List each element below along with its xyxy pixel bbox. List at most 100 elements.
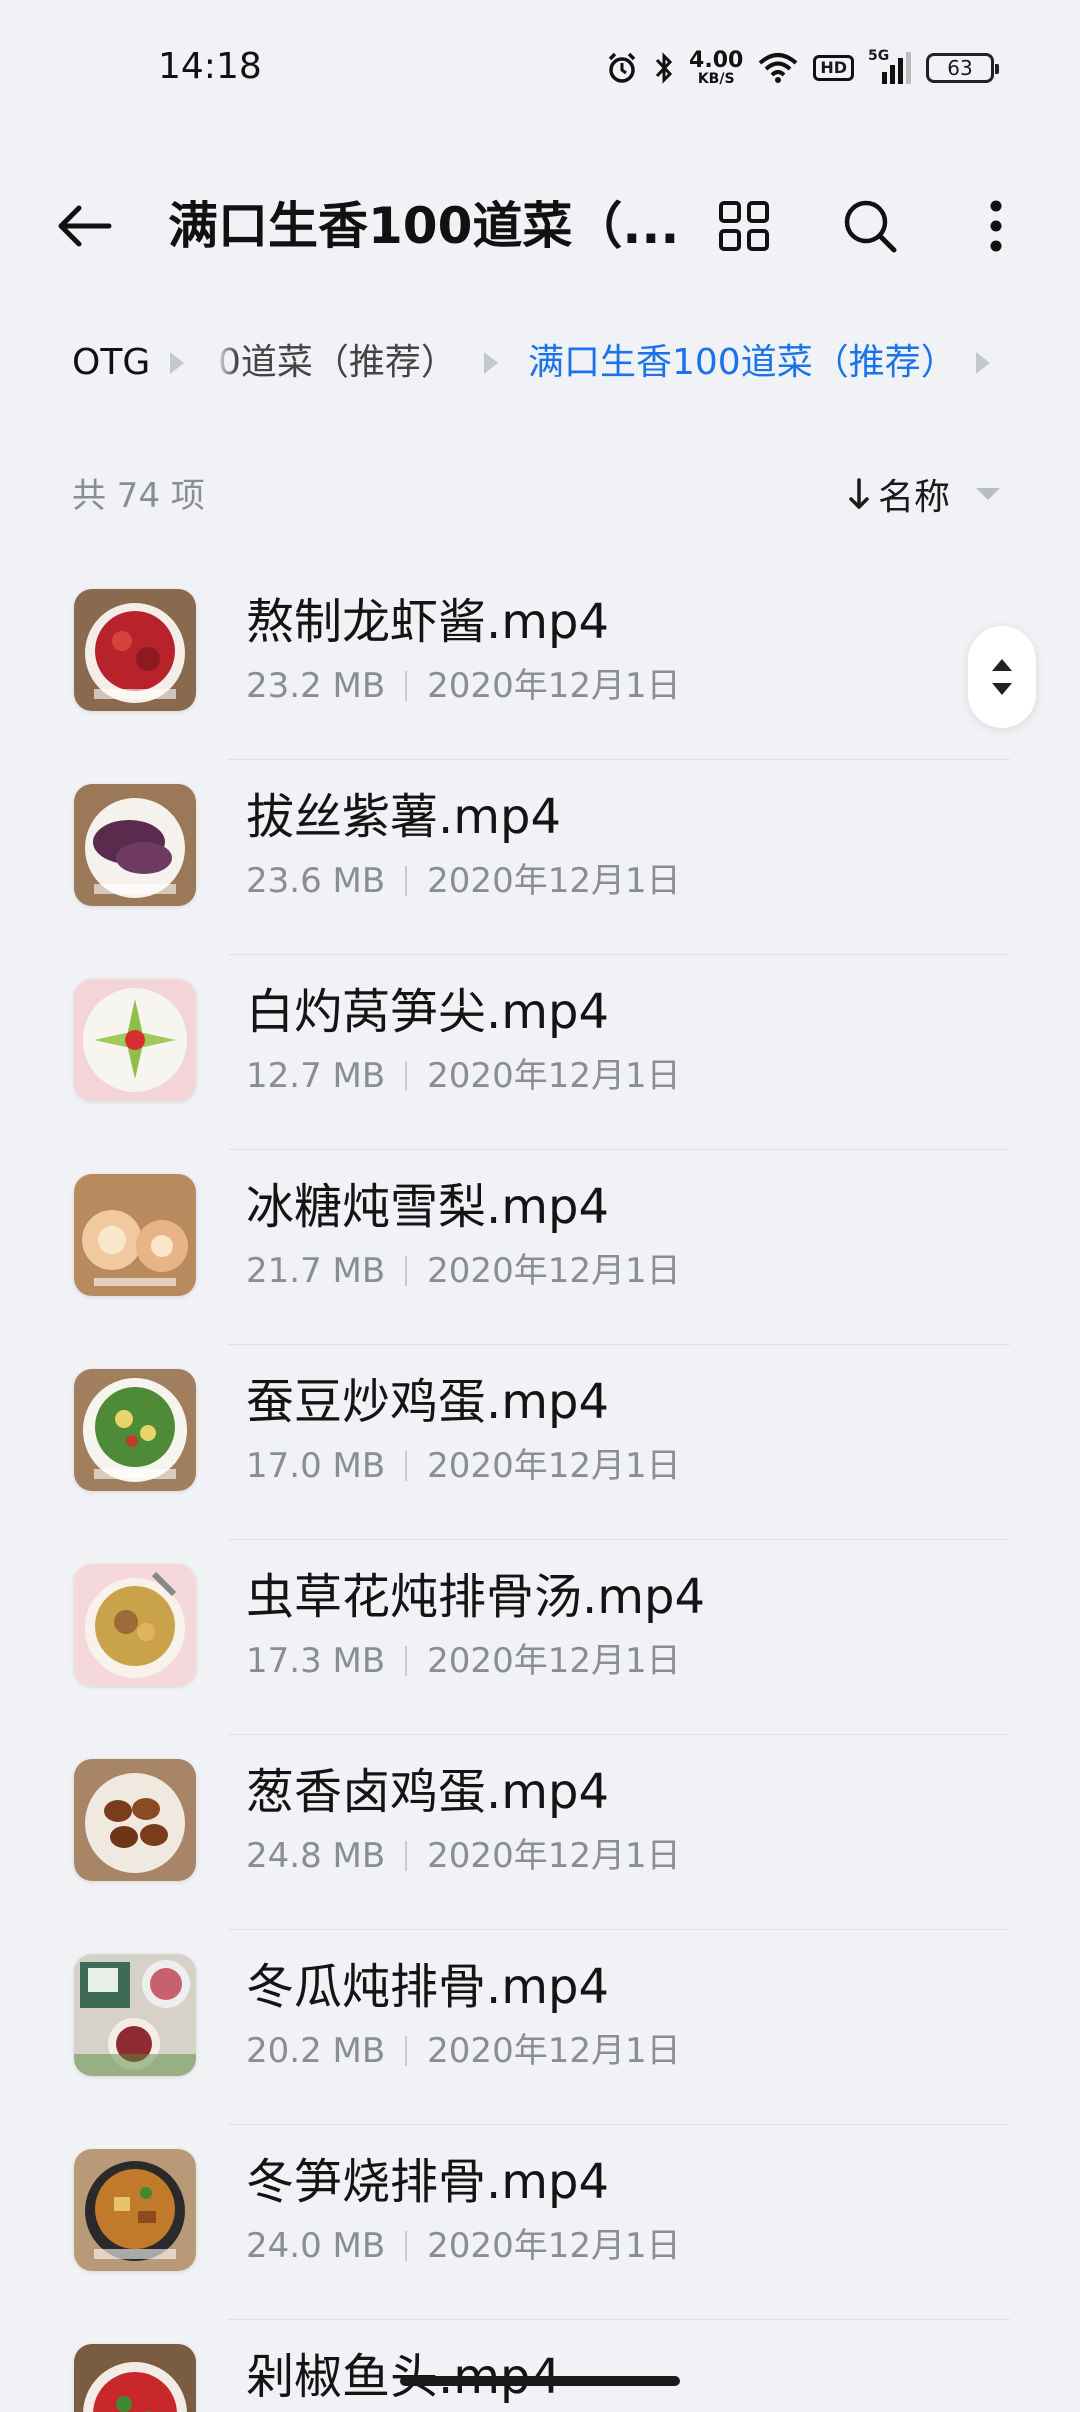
- breadcrumb-item-current[interactable]: 满口生香100道菜（推荐）: [528, 330, 957, 396]
- breadcrumb-item-parent[interactable]: 0道菜（推荐）: [218, 330, 457, 396]
- meta-separator: [405, 1256, 408, 1286]
- fast-scroll-handle[interactable]: [968, 626, 1036, 728]
- net-speed: 4.00 KB/S: [689, 48, 744, 87]
- file-meta: 20.2 MB 2020年12月1日: [246, 2028, 681, 2074]
- video-thumbnail: [74, 979, 196, 1101]
- scroll-up-icon: [992, 659, 1012, 671]
- file-meta: 24.8 MB 2020年12月1日: [246, 1833, 681, 1879]
- file-row[interactable]: 蚕豆炒鸡蛋.mp4 17.0 MB 2020年12月1日: [0, 1345, 1080, 1540]
- meta-separator: [405, 1841, 408, 1871]
- file-name: 虫草花炖排骨汤.mp4: [246, 1569, 706, 1625]
- back-button[interactable]: [48, 190, 120, 262]
- meta-separator: [405, 866, 408, 896]
- meta-separator: [405, 1646, 408, 1676]
- file-meta: 21.7 MB 2020年12月1日: [246, 1248, 681, 1294]
- file-name: 冬瓜炖排骨.mp4: [246, 1959, 610, 2015]
- file-meta: 24.0 MB 2020年12月1日: [246, 2223, 681, 2269]
- file-meta: 17.3 MB 2020年12月1日: [246, 1638, 681, 1684]
- more-vert-icon: [990, 200, 1002, 252]
- file-date: 2020年12月1日: [427, 666, 681, 706]
- hd-badge: HD: [813, 55, 854, 81]
- video-thumbnail: [74, 1369, 196, 1491]
- file-row[interactable]: 剁椒鱼头.mp4: [0, 2320, 1080, 2412]
- file-name: 蚕豆炒鸡蛋.mp4: [246, 1374, 610, 1430]
- file-row[interactable]: 冰糖炖雪梨.mp4 21.7 MB 2020年12月1日: [0, 1150, 1080, 1345]
- breadcrumb-separator-icon: [170, 352, 184, 374]
- video-thumbnail: [74, 1564, 196, 1686]
- file-name: 冰糖炖雪梨.mp4: [246, 1179, 610, 1235]
- file-list: 熬制龙虾酱.mp4 23.2 MB 2020年12月1日 拔丝紫薯.mp4 23.…: [0, 565, 1080, 2412]
- file-size: 24.0 MB: [246, 2226, 386, 2266]
- file-name: 白灼莴笋尖.mp4: [246, 984, 610, 1040]
- file-name: 葱香卤鸡蛋.mp4: [246, 1764, 610, 1820]
- back-arrow-icon: [58, 205, 112, 247]
- status-bar: 14:18 4.00 KB/S HD 5G 63: [0, 0, 1080, 140]
- video-thumbnail: [74, 1759, 196, 1881]
- file-size: 17.3 MB: [246, 1641, 386, 1681]
- meta-separator: [405, 1451, 408, 1481]
- file-date: 2020年12月1日: [427, 1641, 681, 1681]
- video-thumbnail: [74, 589, 196, 711]
- video-thumbnail: [74, 784, 196, 906]
- app-header: 满口生香100道菜（...: [0, 170, 1080, 280]
- file-date: 2020年12月1日: [427, 2031, 681, 2071]
- page-title: 满口生香100道菜（...: [168, 197, 680, 255]
- alarm-icon: [608, 52, 636, 83]
- file-size: 24.8 MB: [246, 1836, 386, 1876]
- battery-level: 63: [947, 56, 973, 80]
- search-button[interactable]: [834, 190, 906, 262]
- more-options-button[interactable]: [960, 190, 1032, 262]
- meta-separator: [405, 2231, 408, 2261]
- file-date: 2020年12月1日: [427, 1446, 681, 1486]
- video-thumbnail: [74, 2149, 196, 2271]
- file-row[interactable]: 冬笋烧排骨.mp4 24.0 MB 2020年12月1日: [0, 2125, 1080, 2320]
- file-date: 2020年12月1日: [427, 2226, 681, 2266]
- breadcrumb-fade: [215, 330, 237, 396]
- meta-separator: [405, 1061, 408, 1091]
- breadcrumb-separator-icon: [484, 352, 498, 374]
- file-name: 熬制龙虾酱.mp4: [246, 594, 610, 650]
- video-thumbnail: [74, 1954, 196, 2076]
- file-size: 23.2 MB: [246, 666, 386, 706]
- file-row[interactable]: 熬制龙虾酱.mp4 23.2 MB 2020年12月1日: [0, 565, 1080, 760]
- file-date: 2020年12月1日: [427, 1836, 681, 1876]
- grid-view-icon: [719, 201, 769, 251]
- file-row[interactable]: 葱香卤鸡蛋.mp4 24.8 MB 2020年12月1日: [0, 1735, 1080, 1930]
- wifi-icon: [759, 53, 798, 83]
- file-meta: 23.6 MB 2020年12月1日: [246, 858, 681, 904]
- file-row[interactable]: 虫草花炖排骨汤.mp4 17.3 MB 2020年12月1日: [0, 1540, 1080, 1735]
- file-size: 12.7 MB: [246, 1056, 386, 1096]
- file-row[interactable]: 拔丝紫薯.mp4 23.6 MB 2020年12月1日: [0, 760, 1080, 955]
- file-name: 冬笋烧排骨.mp4: [246, 2154, 610, 2210]
- video-thumbnail: [74, 2344, 196, 2412]
- breadcrumb-separator-icon: [976, 352, 990, 374]
- battery-indicator: 63: [926, 53, 999, 83]
- sort-dropdown-icon: [976, 488, 1000, 500]
- status-time: 14:18: [158, 46, 262, 87]
- meta-separator: [405, 671, 408, 701]
- sort-control[interactable]: 名称: [848, 466, 1000, 522]
- sort-arrow-down-icon: [849, 478, 869, 509]
- item-count: 共 74 项: [72, 476, 205, 516]
- breadcrumb-item-otg[interactable]: OTG: [72, 330, 150, 396]
- file-meta: 23.2 MB 2020年12月1日: [246, 663, 681, 709]
- grid-view-button[interactable]: [708, 190, 780, 262]
- file-size: 17.0 MB: [246, 1446, 386, 1486]
- file-date: 2020年12月1日: [427, 861, 681, 901]
- net-speed-value: 4.00: [689, 48, 744, 73]
- breadcrumb: OTG 0道菜（推荐） 满口生香100道菜（推荐）: [0, 330, 1080, 396]
- video-thumbnail: [74, 1174, 196, 1296]
- file-size: 20.2 MB: [246, 2031, 386, 2071]
- file-size: 23.6 MB: [246, 861, 386, 901]
- file-meta: 17.0 MB 2020年12月1日: [246, 1443, 681, 1489]
- file-row[interactable]: 白灼莴笋尖.mp4 12.7 MB 2020年12月1日: [0, 955, 1080, 1150]
- search-icon: [844, 200, 897, 253]
- navigation-gesture-bar[interactable]: [400, 2376, 680, 2386]
- meta-separator: [405, 2036, 408, 2066]
- bluetooth-icon: [655, 52, 673, 84]
- file-name: 拔丝紫薯.mp4: [246, 789, 562, 845]
- file-date: 2020年12月1日: [427, 1056, 681, 1096]
- file-row[interactable]: 冬瓜炖排骨.mp4 20.2 MB 2020年12月1日: [0, 1930, 1080, 2125]
- scroll-down-icon: [992, 683, 1012, 695]
- cell-signal-icon: 5G: [868, 48, 912, 86]
